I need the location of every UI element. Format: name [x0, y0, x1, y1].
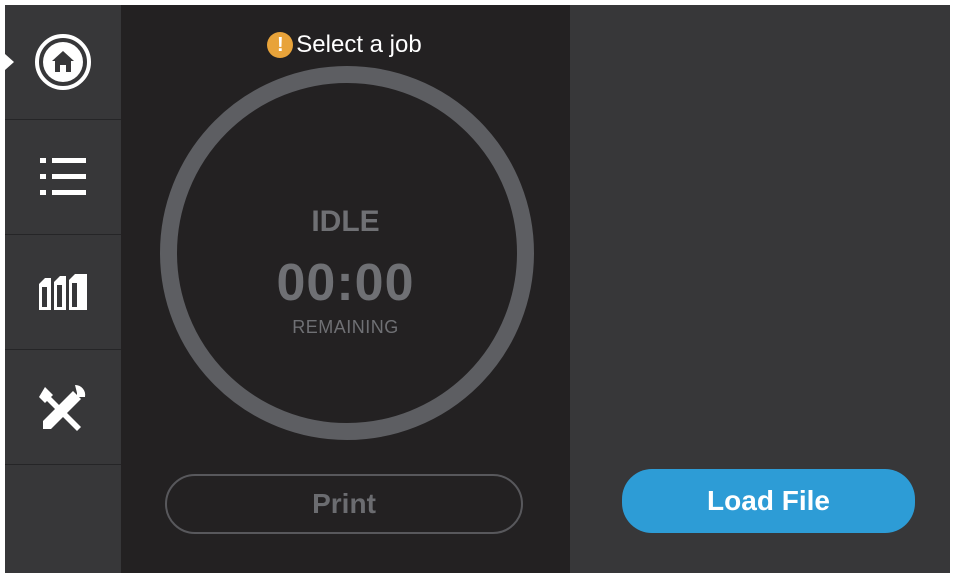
sidebar [5, 5, 121, 573]
print-button[interactable]: Print [165, 474, 523, 534]
list-icon [38, 155, 88, 199]
job-status-text: Select a job [296, 31, 422, 58]
load-file-button[interactable]: Load File [622, 469, 915, 533]
sidebar-item-queue[interactable] [5, 120, 121, 235]
tools-icon [37, 383, 89, 431]
sidebar-item-materials[interactable] [5, 235, 121, 350]
time-remaining: 00:00 [276, 254, 415, 312]
filament-spools-icon [36, 270, 90, 314]
job-panel: ! Select a job IDLE 00:00 REMAINING Prin… [121, 5, 570, 573]
printer-state: IDLE [311, 205, 380, 238]
sidebar-item-utilities[interactable] [5, 350, 121, 465]
warning-icon: ! [267, 32, 294, 58]
home-icon [33, 32, 93, 92]
file-panel: Load File [570, 5, 950, 573]
app-window: ! Select a job IDLE 00:00 REMAINING Prin… [5, 5, 950, 573]
sidebar-item-home[interactable] [5, 5, 121, 120]
active-indicator [5, 54, 14, 70]
time-remaining-label: REMAINING [292, 317, 399, 337]
job-status-message: ! Select a job [121, 29, 570, 61]
